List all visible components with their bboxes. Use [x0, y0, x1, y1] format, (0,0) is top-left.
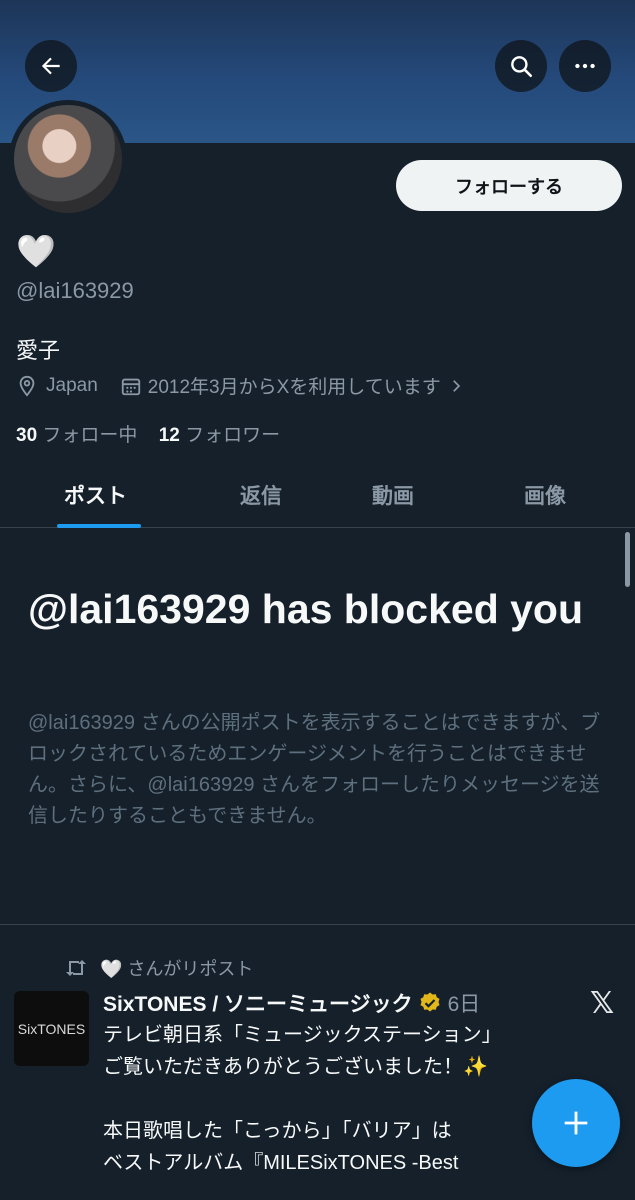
joined-item[interactable]: 2012年3月からXを利用しています: [120, 372, 465, 399]
tab-replies[interactable]: 返信: [240, 480, 282, 510]
verified-badge-icon: [420, 992, 440, 1012]
back-button[interactable]: [25, 40, 77, 92]
tab-posts[interactable]: ポスト: [64, 480, 127, 510]
scrollbar[interactable]: [625, 532, 630, 587]
location-pin-icon: [19, 375, 35, 397]
display-name: 🤍: [16, 233, 56, 269]
profile-handle: @lai163929: [16, 278, 134, 303]
followers-count: 12: [158, 425, 180, 446]
repost-indicator: 🤍 さんがリポスト: [64, 955, 253, 981]
tab-videos[interactable]: 動画: [372, 480, 414, 510]
follow-counts: 30 フォロー中 12 フォロワー: [16, 420, 280, 447]
search-button[interactable]: [495, 40, 547, 92]
profile-tabs: ポスト 返信 動画 画像: [0, 460, 635, 528]
x-logo-icon[interactable]: 𝕏: [590, 986, 614, 1021]
followers-link[interactable]: 12 フォロワー: [159, 425, 280, 446]
following-link[interactable]: 30 フォロー中: [16, 425, 137, 446]
follow-button[interactable]: フォローする: [396, 160, 622, 211]
blocked-description: @lai163929 さんの公開ポストを表示することはできますが、ブロックされて…: [28, 712, 601, 827]
followers-label: フォロワー: [185, 425, 281, 446]
blocked-title: @lai163929 has blocked you: [28, 586, 584, 632]
compose-button[interactable]: [532, 1079, 620, 1167]
search-icon: [511, 56, 533, 78]
more-horizontal-icon: [575, 63, 595, 69]
calendar-icon: [121, 378, 140, 395]
avatar-image: [14, 105, 122, 213]
arrow-left-icon: [41, 57, 60, 75]
chevron-right-icon: [452, 379, 460, 392]
following-label: フォロー中: [42, 425, 138, 446]
active-tab-indicator: [57, 524, 141, 528]
repost-text: 🤍 さんがリポスト: [100, 959, 254, 979]
post-body: テレビ朝日系「ミュージックステーション」 ご覧いただきありがとうございました！✨…: [103, 1024, 502, 1174]
post-avatar-text: SixTONES: [17, 1020, 86, 1037]
plus-icon: [564, 1111, 588, 1135]
post-author-name[interactable]: SixTONES / ソニーミュージック: [103, 988, 413, 1018]
profile-meta: Japan 2012年3月からXを利用しています: [16, 372, 465, 399]
more-button[interactable]: [559, 40, 611, 92]
location-text: Japan: [46, 374, 98, 396]
profile-avatar[interactable]: [9, 100, 127, 218]
profile-bio: 愛子: [16, 338, 61, 363]
joined-text: 2012年3月からXを利用しています: [147, 377, 441, 398]
repost-icon: [66, 960, 86, 976]
following-count: 30: [16, 425, 38, 446]
location-item: Japan: [16, 375, 98, 397]
post-time[interactable]: 6日: [448, 988, 481, 1018]
tab-images[interactable]: 画像: [524, 480, 566, 510]
post-header: SixTONES / ソニーミュージック 6日: [103, 988, 480, 1018]
divider: [0, 924, 635, 925]
post-author-avatar[interactable]: SixTONES: [14, 991, 89, 1066]
